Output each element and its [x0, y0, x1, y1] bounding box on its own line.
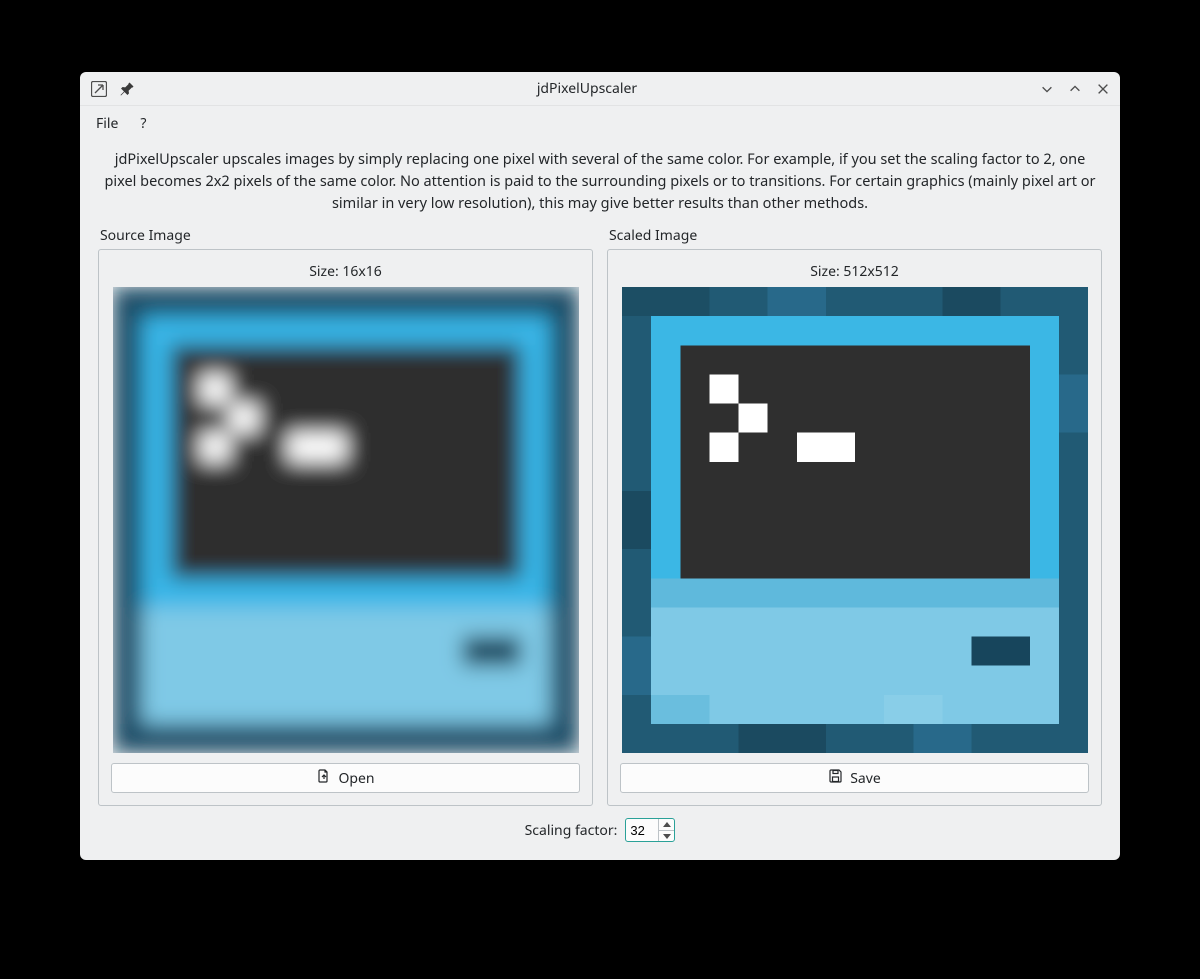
- spin-down-button[interactable]: [659, 831, 674, 842]
- save-button-label: Save: [850, 769, 881, 788]
- scaled-size-label: Size: 512x512: [620, 262, 1089, 281]
- scaling-factor-spinbox[interactable]: [625, 818, 675, 842]
- menu-file[interactable]: File: [92, 112, 122, 135]
- menu-help[interactable]: ?: [136, 112, 150, 135]
- image-panels: Source Image Size: 16x16: [98, 224, 1102, 806]
- app-window: jdPixelUpscaler File ? jdPix: [80, 72, 1120, 860]
- window-title: jdPixelUpscaler: [136, 79, 1038, 98]
- source-image-preview: [113, 287, 579, 753]
- menubar: File ?: [80, 106, 1120, 141]
- pin-icon[interactable]: [118, 80, 136, 98]
- scaling-factor-label: Scaling factor:: [525, 821, 618, 840]
- document-open-icon: [316, 768, 332, 789]
- source-group-label: Source Image: [98, 224, 593, 249]
- spin-buttons: [658, 819, 674, 841]
- source-frame: Size: 16x16: [98, 249, 593, 806]
- maximize-button[interactable]: [1066, 80, 1084, 98]
- description-text: jdPixelUpscaler upscales images by simpl…: [98, 147, 1102, 224]
- open-button-label: Open: [338, 769, 374, 788]
- source-size-label: Size: 16x16: [111, 262, 580, 281]
- open-button[interactable]: Open: [111, 763, 580, 793]
- minimize-button[interactable]: [1038, 80, 1056, 98]
- scaled-group-label: Scaled Image: [607, 224, 1102, 249]
- content-area: jdPixelUpscaler upscales images by simpl…: [80, 141, 1120, 860]
- scaled-frame: Size: 512x512: [607, 249, 1102, 806]
- scaling-factor-row: Scaling factor:: [98, 818, 1102, 842]
- scaling-factor-input[interactable]: [626, 819, 658, 841]
- close-button[interactable]: [1094, 80, 1112, 98]
- save-button[interactable]: Save: [620, 763, 1089, 793]
- titlebar: jdPixelUpscaler: [80, 72, 1120, 106]
- scaled-image-preview: [622, 287, 1088, 753]
- source-panel: Source Image Size: 16x16: [98, 224, 593, 806]
- scaled-panel: Scaled Image Size: 512x512: [607, 224, 1102, 806]
- document-save-icon: [828, 768, 844, 789]
- spin-up-button[interactable]: [659, 819, 674, 831]
- keep-above-icon[interactable]: [90, 80, 108, 98]
